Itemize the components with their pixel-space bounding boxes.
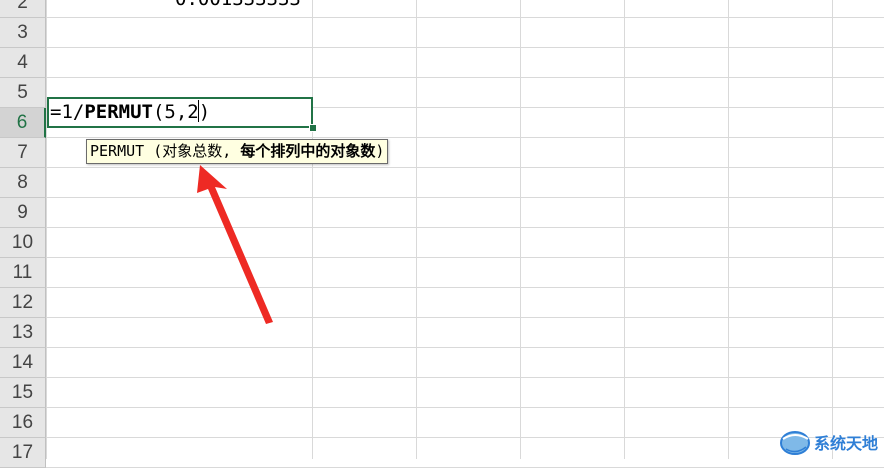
column-gridline [832,0,833,459]
row-header-11[interactable]: 11 [0,258,46,288]
row-header-10[interactable]: 10 [0,228,46,258]
row-header-15[interactable]: 15 [0,378,46,408]
row-header-9[interactable]: 9 [0,198,46,228]
formula-function-name: PERMUT [84,101,153,123]
row-header-14[interactable]: 14 [0,348,46,378]
row-header-3[interactable]: 3 [0,18,46,48]
row-gridline [46,437,884,438]
watermark: 系统天地 [778,424,884,459]
row-gridline [46,77,884,78]
cell-value-row-2[interactable]: 0.001333333 [175,0,301,10]
row-gridline [46,197,884,198]
formula-prefix: =1/ [50,101,85,123]
row-gridline [46,17,884,18]
tooltip-arg-number-chosen[interactable]: 每个排列中的对象数 [240,142,375,160]
row-gridline [46,137,884,138]
row-gridline [46,347,884,348]
row-gridline [46,407,884,408]
row-header-7[interactable]: 7 [0,138,46,168]
column-gridline [520,0,521,459]
globe-logo-icon [780,430,810,455]
row-gridline [46,317,884,318]
column-gridline [46,0,47,459]
row-header-12[interactable]: 12 [0,288,46,318]
column-gridline [416,0,417,459]
row-gridline [46,47,884,48]
function-argument-tooltip[interactable]: PERMUT (对象总数, 每个排列中的对象数) [86,139,389,164]
row-header-6[interactable]: 6 [0,108,46,138]
row-header-5[interactable]: 5 [0,78,46,108]
row-header-8[interactable]: 8 [0,168,46,198]
spreadsheet-grid[interactable]: 2 3 4 5 6 7 8 9 10 11 12 13 14 15 16 17 [0,0,884,468]
tooltip-close-paren: ) [375,142,385,160]
row-header-4[interactable]: 4 [0,48,46,78]
row-gridline [46,377,884,378]
active-cell-editor[interactable]: =1/PERMUT(5,2) [47,97,313,128]
row-header-2[interactable]: 2 [0,0,46,18]
tooltip-separator: , [222,142,241,160]
column-gridline [728,0,729,459]
formula-close-paren: ) [198,101,211,123]
row-header-13[interactable]: 13 [0,318,46,348]
watermark-text: 系统天地 [814,433,879,453]
row-header-16[interactable]: 16 [0,408,46,438]
row-gridline [46,167,884,168]
formula-arguments: (5,2 [152,101,199,123]
row-header-17[interactable]: 17 [0,438,46,468]
row-gridline [46,287,884,288]
row-gridline [46,257,884,258]
row-gridline [46,227,884,228]
column-gridline [312,0,313,459]
fill-handle[interactable] [309,124,317,132]
tooltip-open-paren: ( [144,142,163,160]
column-gridline [624,0,625,459]
tooltip-function-name[interactable]: PERMUT [90,142,144,160]
tooltip-arg-number[interactable]: 对象总数 [162,142,222,160]
